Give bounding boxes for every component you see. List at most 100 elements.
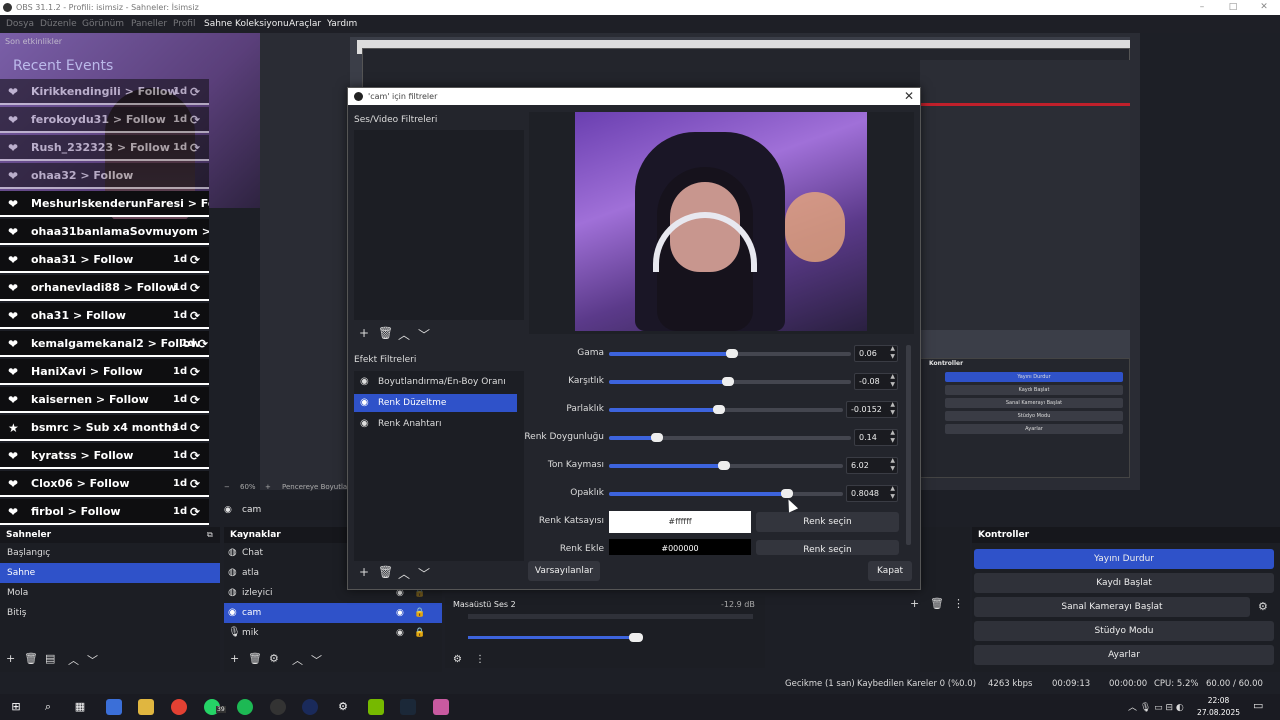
minimize-icon[interactable]: – — [1187, 0, 1217, 15]
menu-item[interactable]: Düzenle — [40, 15, 77, 33]
color-add-select-button[interactable]: Renk seçin — [756, 540, 899, 555]
slider-knob[interactable] — [651, 433, 664, 442]
spotify-icon[interactable] — [237, 699, 253, 715]
close-icon[interactable]: ✕ — [1249, 0, 1279, 15]
opacity-spinbox[interactable]: 0.8048 ▲ ▼ — [846, 485, 898, 502]
contrast-spinbox[interactable]: -0.08 ▲ ▼ — [854, 373, 898, 390]
close-button[interactable]: Kapat — [868, 561, 912, 581]
move-down-icon[interactable]: ﹀ — [311, 652, 322, 668]
av-filter-list[interactable] — [354, 130, 524, 320]
slider-knob[interactable] — [721, 377, 734, 386]
menu-item[interactable]: Yardım — [327, 15, 357, 33]
lock-icon[interactable]: 🔒 — [414, 603, 425, 623]
settings-button[interactable]: Ayarlar — [974, 645, 1274, 665]
zoom-in-icon[interactable]: + — [265, 480, 271, 494]
menu-item[interactable]: Profil — [173, 15, 195, 33]
nvidia-icon[interactable] — [368, 699, 384, 715]
more-icon[interactable]: ⋮ — [953, 597, 964, 610]
gear-icon[interactable]: ⚙ — [269, 652, 279, 665]
notification-center-icon[interactable]: ▭ — [1253, 699, 1263, 712]
brightness-slider[interactable] — [609, 405, 843, 414]
remove-filter-icon[interactable]: 🗑 — [378, 565, 393, 579]
slider-knob[interactable] — [780, 489, 793, 498]
slider-knob[interactable] — [726, 349, 739, 358]
start-record-button[interactable]: Kaydı Başlat — [974, 573, 1274, 593]
add-source-icon[interactable]: + — [230, 652, 239, 665]
defaults-button[interactable]: Varsayılanlar — [528, 561, 600, 581]
spin-arrows-icon[interactable]: ▲ ▼ — [890, 345, 895, 361]
color-multiply-select-button[interactable]: Renk seçin — [756, 512, 899, 532]
gamma-slider[interactable] — [609, 349, 851, 358]
scene-item[interactable]: Mola — [0, 583, 220, 603]
menu-item[interactable]: Sahne Koleksiyonu — [204, 15, 289, 33]
brightness-spinbox[interactable]: -0.0152 ▲ ▼ — [846, 401, 898, 418]
spin-arrows-icon[interactable]: ▲ ▼ — [890, 401, 895, 417]
trash-icon[interactable]: 🗑 — [248, 652, 262, 665]
dock-float-icon[interactable]: ⧉ — [207, 530, 213, 540]
more-icon[interactable]: ⋮ — [475, 654, 485, 665]
contrast-slider[interactable] — [609, 377, 851, 386]
source-item[interactable]: 🎙 mik ◉ 🔒 — [224, 623, 442, 643]
tray-icons[interactable]: ︿ 🎙 ▭ ⊟ ◐ — [1128, 700, 1184, 713]
move-up-icon[interactable]: ︿ — [398, 326, 410, 343]
filter-icon[interactable]: ▤ — [45, 652, 55, 665]
slider-knob[interactable] — [717, 461, 730, 470]
app-icon[interactable] — [433, 699, 449, 715]
move-down-icon[interactable]: ﹀ — [87, 652, 98, 668]
remove-filter-icon[interactable]: 🗑 — [378, 326, 393, 340]
task-view-icon[interactable]: ▦ — [72, 699, 88, 715]
slider-knob[interactable] — [712, 405, 725, 414]
saturation-spinbox[interactable]: 0.14 ▲ ▼ — [854, 429, 898, 446]
source-item[interactable]: ◉ cam ◉ 🔒 — [224, 603, 442, 623]
properties-scrollbar[interactable] — [906, 345, 911, 545]
maximize-icon[interactable]: □ — [1218, 0, 1248, 15]
spin-arrows-icon[interactable]: ▲ ▼ — [890, 485, 895, 501]
taskbar-clock[interactable]: 22:08 27.08.2025 — [1197, 695, 1240, 719]
hue-spinbox[interactable]: 6.02 ▲ ▼ — [846, 457, 898, 474]
scene-item[interactable]: Sahne — [0, 563, 220, 583]
opacity-slider[interactable] — [609, 489, 843, 498]
volume-slider-knob[interactable] — [629, 633, 643, 642]
saturation-slider[interactable] — [609, 433, 851, 442]
studio-mode-button[interactable]: Stüdyo Modu — [974, 621, 1274, 641]
spin-arrows-icon[interactable]: ▲ ▼ — [890, 373, 895, 389]
move-down-icon[interactable]: ﹀ — [418, 565, 430, 582]
stop-stream-button[interactable]: Yayını Durdur — [974, 549, 1274, 569]
menu-item[interactable]: Araçlar — [289, 15, 321, 33]
move-up-icon[interactable]: ︿ — [292, 652, 303, 668]
effect-filter-item[interactable]: ◉ Renk Anahtarı — [354, 415, 517, 433]
menu-item[interactable]: Dosya — [6, 15, 34, 33]
add-icon[interactable]: + — [910, 597, 919, 610]
menu-item[interactable]: Paneller — [131, 15, 167, 33]
volume-slider-fill[interactable] — [468, 636, 638, 639]
chrome-icon[interactable] — [171, 699, 187, 715]
gamma-spinbox[interactable]: 0.06 ▲ ▼ — [854, 345, 898, 362]
fit-window-label[interactable]: Pencereye Boyutla — [282, 480, 347, 494]
trash-icon[interactable]: 🗑 — [24, 652, 38, 665]
eye-icon[interactable]: ◉ — [360, 415, 369, 433]
trash-icon[interactable]: 🗑 — [930, 597, 944, 610]
spin-arrows-icon[interactable]: ▲ ▼ — [890, 457, 895, 473]
move-down-icon[interactable]: ﹀ — [418, 326, 430, 343]
mixer-settings-icon[interactable]: ⚙ — [453, 654, 462, 665]
move-up-icon[interactable]: ︿ — [398, 565, 410, 582]
visibility-eye-icon[interactable]: ◉ — [396, 623, 404, 643]
scene-item[interactable]: Başlangıç — [0, 543, 220, 563]
dialog-close-icon[interactable]: ✕ — [904, 88, 914, 105]
copilot-icon[interactable] — [106, 699, 122, 715]
menu-item[interactable]: Görünüm — [82, 15, 124, 33]
hue-slider[interactable] — [609, 461, 843, 470]
gear-icon[interactable]: ⚙ — [1258, 600, 1268, 613]
steam-icon[interactable] — [400, 699, 416, 715]
lock-icon[interactable]: 🔒 — [414, 623, 425, 643]
folder-icon[interactable] — [138, 699, 154, 715]
visibility-eye-icon[interactable]: ◉ — [396, 603, 404, 623]
move-up-icon[interactable]: ︿ — [68, 652, 79, 668]
add-filter-icon[interactable]: + — [359, 326, 369, 340]
add-scene-icon[interactable]: + — [6, 652, 15, 665]
obs-icon[interactable] — [270, 699, 286, 715]
settings-gear-icon[interactable]: ⚙ — [335, 699, 351, 715]
spin-arrows-icon[interactable]: ▲ ▼ — [890, 429, 895, 445]
power-icon[interactable] — [302, 699, 318, 715]
scene-item[interactable]: Bitiş — [0, 603, 220, 623]
